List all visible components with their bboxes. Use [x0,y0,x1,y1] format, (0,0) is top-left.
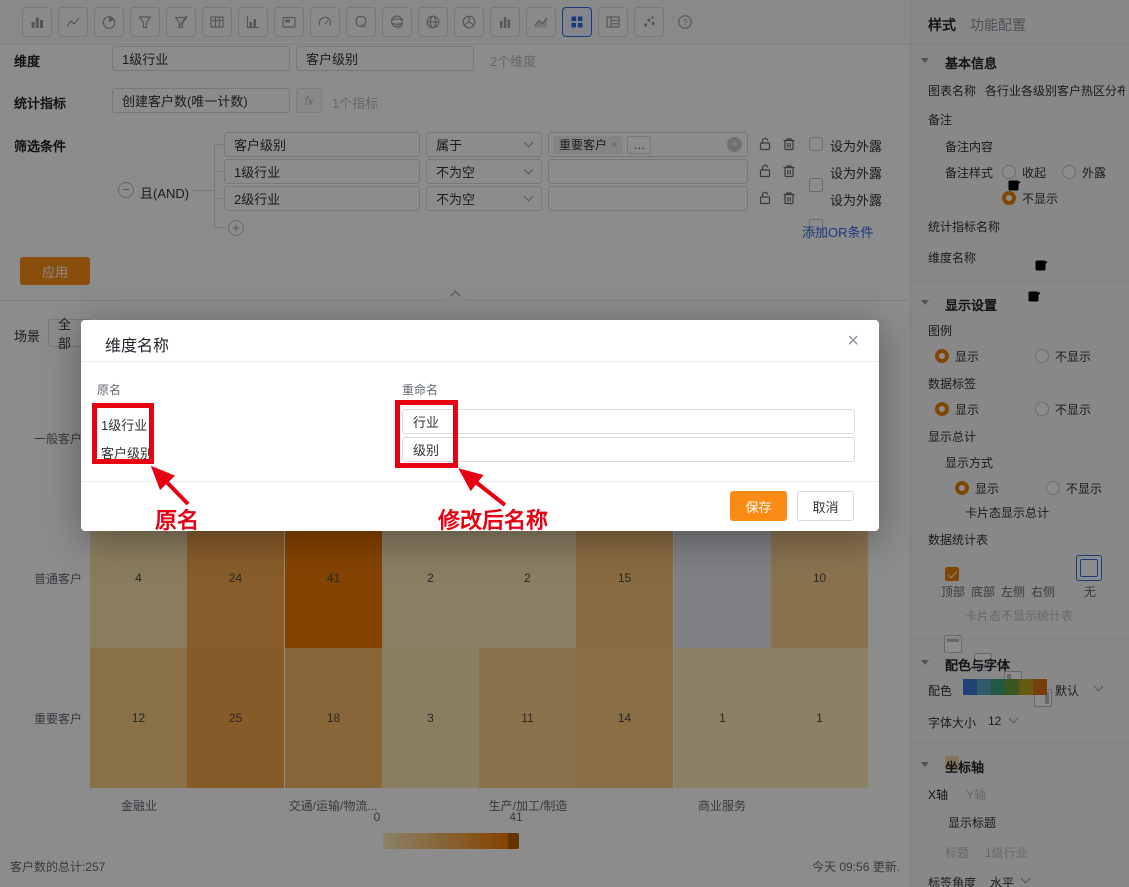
dialog-title: 维度名称 [105,338,170,355]
divider [81,361,879,362]
original-name-column-label: 原名 [97,383,122,397]
chart-designer-window: CN CN? 维度 1级行业 客户级别 2个维度 统计指标 创建客户数(唯一计数)… [0,0,1129,887]
annotation-box-renamed-values [395,400,458,468]
annotation-text-renamed: 修改后名称 [438,508,549,533]
close-icon[interactable]: × [847,331,859,351]
divider [81,481,879,482]
save-button[interactable]: 保存 [730,491,787,521]
annotation-text-original: 原名 [155,508,200,533]
cancel-button[interactable]: 取消 [797,491,854,521]
rename-input[interactable]: 级别 [402,437,855,462]
rename-column-label: 重命名 [402,383,439,397]
dimension-name-dialog: 维度名称 × 原名 重命名 1级行业 客户级别 行业 级别 保存 取消 [81,320,879,531]
annotation-box-original-names [92,403,154,464]
rename-input[interactable]: 行业 [402,409,855,434]
